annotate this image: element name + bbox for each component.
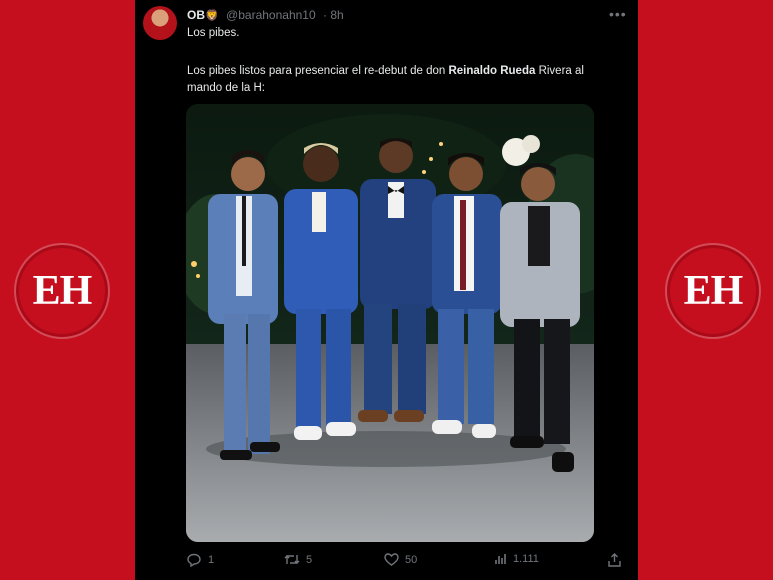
separator-dot: · bbox=[322, 8, 327, 22]
retweet-count: 5 bbox=[306, 553, 313, 566]
avatar[interactable] bbox=[143, 6, 177, 40]
author-name[interactable]: OB bbox=[187, 8, 205, 22]
eh-logo-left: EH bbox=[14, 243, 110, 339]
like-count: 50 bbox=[405, 553, 418, 566]
tweet-time[interactable]: 8h bbox=[330, 8, 343, 22]
tweet-text-line2: Los pibes listos para presenciar el re-d… bbox=[187, 63, 607, 97]
tweet-actions: 1 5 50 1.111 bbox=[187, 553, 627, 571]
tweet-photo[interactable] bbox=[186, 104, 594, 542]
tweet-header: OB🦁 @barahonahn10 · 8h bbox=[187, 8, 344, 22]
lion-emoji-icon: 🦁 bbox=[205, 10, 219, 22]
author-handle[interactable]: @barahonahn10 bbox=[226, 8, 316, 22]
eh-logo-right: EH bbox=[665, 243, 761, 339]
reply-button[interactable]: 1 bbox=[187, 553, 214, 567]
eh-logo-text: EH bbox=[32, 268, 93, 314]
retweet-icon bbox=[284, 553, 300, 566]
tweet-text-bold: Reinaldo Rueda bbox=[448, 65, 536, 77]
right-brand-panel: EH bbox=[638, 0, 773, 580]
like-button[interactable]: 50 bbox=[384, 553, 417, 566]
retweet-button[interactable]: 5 bbox=[284, 553, 312, 566]
reply-icon bbox=[187, 553, 202, 567]
tweet-text-part-a: Los pibes listos para presenciar el re-d… bbox=[187, 65, 449, 77]
tweet-text-line1: Los pibes. bbox=[187, 27, 240, 39]
reply-count: 1 bbox=[208, 554, 215, 566]
views-icon bbox=[494, 553, 507, 565]
more-options-icon[interactable]: ••• bbox=[609, 6, 627, 22]
share-icon bbox=[608, 553, 621, 567]
group-photo-illustration bbox=[186, 104, 594, 542]
views-count: 1.111 bbox=[513, 553, 539, 565]
tweet-card: OB🦁 @barahonahn10 · 8h ••• Los pibes. Lo… bbox=[135, 0, 638, 580]
eh-logo-text: EH bbox=[683, 268, 744, 314]
left-brand-panel: EH bbox=[0, 0, 135, 580]
views-button[interactable]: 1.111 bbox=[494, 553, 539, 565]
like-icon bbox=[384, 553, 399, 566]
share-button[interactable] bbox=[608, 553, 621, 567]
